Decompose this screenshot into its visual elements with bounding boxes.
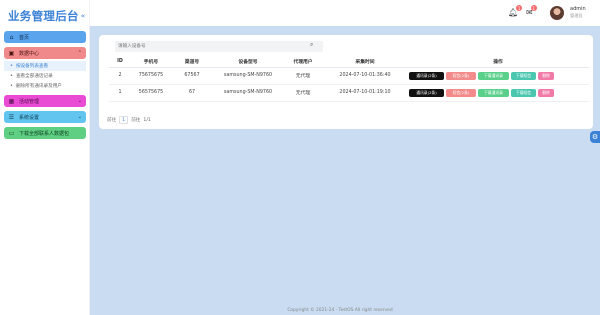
menu-item-home[interactable]: ⌂ 首页 (4, 31, 86, 43)
cell-time: 2024-07-10-01:19:10 (323, 84, 407, 102)
menu-item-data-center[interactable]: ▣ 数据中心 ⌃ (4, 47, 86, 59)
table-header-row: ID 手机号 渠道号 设备型号 代理用户 采集时间 操作 (109, 56, 589, 68)
main-content: ⌕ ID 手机号 渠道号 设备型号 代理用户 采集时间 操作 (90, 26, 600, 315)
prev-page-button[interactable]: 前往 (107, 117, 116, 123)
submenu-item-label: 删除所有通讯录及用户 (15, 84, 62, 89)
bullet-icon: • (10, 73, 13, 79)
menu-item-system[interactable]: ☰ 系统设置 ⌄ (4, 111, 86, 123)
cell-id: 2 (109, 67, 131, 85)
message-icon[interactable]: ✉︎ 1 (526, 5, 537, 17)
user-name[interactable]: admin (570, 6, 586, 12)
search-input[interactable] (115, 41, 323, 52)
download-contacts-button[interactable]: 下载通讯录 (478, 71, 509, 80)
user-role: 管理员 (570, 13, 583, 18)
sms-button[interactable]: 短信(2条) (446, 71, 476, 80)
column-header: 代理用户 (283, 56, 323, 68)
table-row: 1 56575675 67 samsung-SM-N9760 无代理 2024-… (109, 84, 589, 102)
home-icon: ⌂ (9, 33, 14, 41)
folder-icon: ▭ (8, 129, 15, 137)
bullet-icon: • (10, 63, 13, 69)
cell-agent: 无代理 (283, 84, 323, 102)
avatar[interactable] (550, 6, 564, 20)
page-total: 1/1 (143, 117, 151, 123)
download-sms-button[interactable]: 下载短信 (511, 71, 536, 80)
menu-item-label: 活动管理 (19, 98, 40, 105)
contacts-button[interactable]: 通讯录(2条) (409, 71, 444, 80)
sms-button[interactable]: 短信(2条) (446, 88, 476, 97)
menu-item-download[interactable]: ▭ 下载全部联系人数据包 (4, 127, 86, 139)
cell-time: 2024-07-10-01:36:40 (323, 67, 407, 85)
brand: 业务管理后台 « (8, 7, 85, 25)
side-menu: ⌂ 首页 ▣ 数据中心 ⌃ • 按设备列表查看 • 查看全部通话记录 • 删除所… (4, 31, 86, 143)
data-center-submenu: • 按设备列表查看 • 查看全部通话记录 • 删除所有通讯录及用户 (4, 61, 86, 91)
column-header: 渠道号 (171, 56, 213, 68)
collapse-sidebar-icon[interactable]: « (81, 12, 85, 20)
list-icon: ☰ (8, 113, 15, 121)
footer-copyright: Copyright © 2021-24 · TestOS All right r… (287, 308, 393, 313)
cell-model: samsung-SM-N9760 (213, 67, 283, 85)
cell-channel: 67567 (171, 67, 213, 85)
grid-icon: ▦ (8, 97, 15, 105)
delete-button[interactable]: 删除 (538, 71, 554, 80)
menu-item-label: 数据中心 (19, 50, 40, 57)
contacts-button[interactable]: 通讯录(2条) (409, 88, 444, 97)
menu-item-activity[interactable]: ▦ 活动管理 ⌄ (4, 95, 86, 107)
column-header: 采集时间 (323, 56, 407, 68)
message-badge: 1 (530, 5, 537, 11)
delete-button[interactable]: 删除 (538, 88, 554, 97)
cell-model: samsung-SM-N9760 (213, 84, 283, 102)
chevron-down-icon: ⌄ (77, 114, 82, 120)
menu-item-label: 下载全部联系人数据包 (19, 130, 70, 137)
table-row: 2 75675675 67567 samsung-SM-N9760 无代理 20… (109, 67, 589, 85)
bell-icon[interactable]: 🔔︎ 1 (508, 5, 523, 17)
settings-gear-icon[interactable]: ⚙ (590, 131, 600, 143)
notification-badge: 1 (516, 5, 523, 11)
database-icon: ▣ (8, 49, 15, 57)
brand-title: 业务管理后台 (8, 9, 79, 23)
pagination: 前往 1 前往 1/1 (107, 116, 151, 124)
cell-agent: 无代理 (283, 67, 323, 85)
submenu-item-device-list[interactable]: • 按设备列表查看 (4, 61, 86, 71)
submenu-item-label: 按设备列表查看 (15, 64, 49, 69)
cell-channel: 67 (171, 84, 213, 102)
column-header: 手机号 (131, 56, 171, 68)
column-header: 设备型号 (213, 56, 283, 68)
column-header: 操作 (407, 56, 589, 68)
cell-phone: 56575675 (131, 84, 171, 102)
submenu-item-call-records[interactable]: • 查看全部通话记录 (4, 71, 86, 81)
submenu-item-delete-contacts[interactable]: • 删除所有通讯录及用户 (4, 81, 86, 91)
menu-item-label: 系统设置 (19, 114, 40, 121)
device-list-card: ⌕ ID 手机号 渠道号 设备型号 代理用户 采集时间 操作 (99, 35, 593, 129)
bullet-icon: • (10, 83, 13, 89)
download-contacts-button[interactable]: 下载通讯录 (478, 88, 509, 97)
chevron-down-icon: ⌄ (77, 98, 82, 104)
submenu-item-label: 查看全部通话记录 (15, 74, 53, 79)
device-table: ID 手机号 渠道号 设备型号 代理用户 采集时间 操作 2 75675675 … (109, 56, 589, 102)
download-sms-button[interactable]: 下载短信 (511, 88, 536, 97)
cell-phone: 75675675 (131, 67, 171, 85)
cell-actions: 通讯录(2条) 短信(2条) 下载通讯录 下载短信 删除 (407, 67, 589, 85)
column-header: ID (109, 56, 131, 68)
page-number[interactable]: 1 (119, 116, 129, 124)
cell-id: 1 (109, 84, 131, 102)
menu-item-label: 首页 (19, 34, 30, 41)
top-header: 🔔︎ 1 ✉︎ 1 admin 管理员 (90, 0, 600, 26)
next-page-button[interactable]: 前往 (131, 117, 140, 123)
app-window: 业务管理后台 « ⌂ 首页 ▣ 数据中心 ⌃ • 按设备列表查看 • 查看全部通 (0, 0, 600, 315)
sidebar: 业务管理后台 « ⌂ 首页 ▣ 数据中心 ⌃ • 按设备列表查看 • 查看全部通 (0, 0, 90, 315)
chevron-up-icon: ⌃ (77, 50, 82, 56)
cell-actions: 通讯录(2条) 短信(2条) 下载通讯录 下载短信 删除 (407, 84, 589, 102)
search-icon[interactable]: ⌕ (310, 41, 313, 49)
